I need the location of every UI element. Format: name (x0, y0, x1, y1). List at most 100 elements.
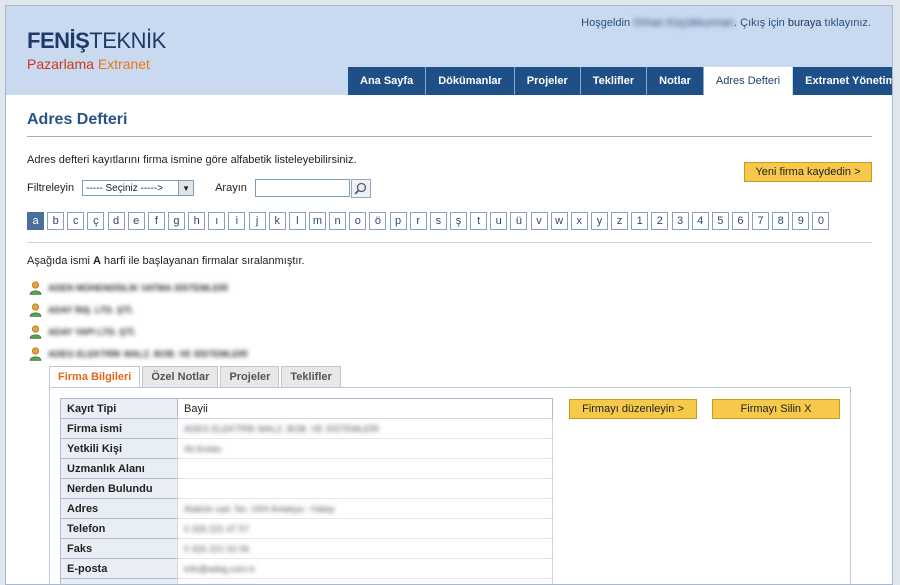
table-row: Firma ismi ADEG ELEKTRİK MALZ. BOB. VE Sİ… (60, 418, 553, 439)
edit-firm-button[interactable]: Firmayı düzenleyin > (569, 399, 697, 419)
search-icon (354, 182, 367, 194)
tab-projeler[interactable]: Projeler (220, 366, 280, 388)
list-item[interactable]: ADAY YAPI LTD. ŞTİ. (29, 321, 248, 343)
letter-filter-button[interactable]: t (470, 212, 488, 230)
table-row: Adres Atatürk cad. No: 19/4 Antakya - Hat… (60, 498, 553, 519)
letter-filter-button[interactable]: k (268, 212, 286, 230)
field-value: Ali Arslan (177, 438, 553, 459)
letter-filter-button[interactable]: ı (208, 212, 226, 230)
alphabet-divider (27, 242, 872, 243)
field-value: info@adeg.com.tr (177, 558, 553, 579)
user-icon (29, 325, 42, 339)
letter-filter-button[interactable]: a (27, 212, 44, 230)
firm-info-table: Kayıt Tipi Bayii Firma ismi ADEG ELEKTRİK M… (60, 398, 553, 584)
letter-filter-button[interactable]: 2 (651, 212, 669, 230)
letter-filter-button[interactable]: z (611, 212, 629, 230)
filter-row: Filtreleyin ----- Seçiniz -----> ▼ Arayı… (27, 178, 371, 198)
letter-filter-button[interactable]: 1 (631, 212, 649, 230)
letter-filter-button[interactable]: 0 (812, 212, 830, 230)
letter-filter-button[interactable]: ö (369, 212, 387, 230)
table-row: Kayıt Tipi Bayii (60, 398, 553, 419)
field-label: E-posta (60, 558, 178, 579)
letter-filter-button[interactable]: 5 (711, 212, 729, 230)
letter-filter-button[interactable]: f (147, 212, 165, 230)
logo[interactable]: FENİŞTEKNİK (27, 28, 166, 54)
nav-tab-extranet-yonetim[interactable]: Extranet Yönetim (793, 67, 892, 95)
table-row: Uzmanlık Alanı (60, 458, 553, 479)
field-value (177, 478, 553, 499)
list-item[interactable]: ADEN MÜHENDİSLİK VATMA SİSTEMLERİ (29, 277, 248, 299)
tab-firma-bilgileri[interactable]: Firma Bilgileri (49, 366, 141, 388)
letter-filter-button[interactable]: i (228, 212, 246, 230)
listing-note: Aşağıda ismi A harfi ile başlayanan firm… (27, 255, 305, 267)
letter-filter-button[interactable]: ş (449, 212, 467, 230)
logo-subtitle-part1: Pazarlama (27, 56, 94, 72)
letter-filter-button[interactable]: ü (510, 212, 528, 230)
search-button[interactable] (350, 178, 371, 198)
welcome-user: Orhan Küçükkurman (633, 17, 735, 29)
letter-filter-button[interactable]: 4 (691, 212, 709, 230)
field-label: Uzmanlık Alanı (60, 458, 178, 479)
letter-filter-button[interactable]: n (329, 212, 347, 230)
chevron-down-icon[interactable]: ▼ (178, 181, 194, 195)
letter-filter-button[interactable]: m (308, 212, 326, 230)
tab-ozel-notlar[interactable]: Özel Notlar (142, 366, 219, 388)
letter-filter-button[interactable]: 3 (671, 212, 689, 230)
letter-filter-button[interactable]: x (570, 212, 588, 230)
nav-tab-dokumanlar[interactable]: Dökümanlar (426, 67, 515, 95)
delete-firm-button[interactable]: Firmayı Silin X (712, 399, 840, 419)
detail-tabs: Firma Bilgileri Özel Notlar Projeler Tek… (49, 366, 343, 388)
logo-subtitle: Pazarlama Extranet (27, 56, 150, 72)
nav-tab-ana-sayfa[interactable]: Ana Sayfa (348, 67, 427, 95)
listing-note-before: Aşağıda ismi (27, 255, 94, 267)
firm-list: ADEN MÜHENDİSLİK VATMA SİSTEMLERİ ADAY İ… (29, 277, 248, 365)
new-firm-button[interactable]: Yeni firma kaydedin > (744, 162, 872, 182)
letter-filter-button[interactable]: 6 (731, 212, 749, 230)
field-value: Bayii (177, 398, 553, 419)
letter-filter-button[interactable]: c (67, 212, 85, 230)
letter-filter-button[interactable]: e (127, 212, 145, 230)
letter-filter-button[interactable]: g (167, 212, 185, 230)
firm-name[interactable]: ADAY İNŞ. LTD. ŞTİ. (48, 305, 133, 315)
search-input[interactable] (254, 179, 350, 197)
letter-filter-button[interactable]: p (389, 212, 407, 230)
letter-filter-button[interactable]: b (47, 212, 65, 230)
letter-filter-button[interactable]: o (349, 212, 367, 230)
nav-tab-projeler[interactable]: Projeler (514, 67, 581, 95)
filter-select[interactable]: ----- Seçiniz -----> ▼ (82, 180, 195, 196)
logout-link[interactable]: buraya (788, 17, 822, 29)
list-item[interactable]: ADAY İNŞ. LTD. ŞTİ. (29, 299, 248, 321)
letter-filter-button[interactable]: u (490, 212, 508, 230)
letter-filter-button[interactable]: r (409, 212, 427, 230)
field-value: www.adeg.com.tr (177, 578, 553, 584)
letter-filter-button[interactable]: l (288, 212, 306, 230)
firm-name[interactable]: ADEN MÜHENDİSLİK VATMA SİSTEMLERİ (48, 283, 228, 293)
logo-rest: TEKNİK (89, 28, 166, 53)
field-value: Atatürk cad. No: 19/4 Antakya - Hatay (177, 498, 553, 519)
firm-name[interactable]: ADEG ELEKTRİK MALZ. BOB. VE SİSTEMLERİ (48, 349, 248, 359)
list-item[interactable]: ADEG ELEKTRİK MALZ. BOB. VE SİSTEMLERİ (29, 343, 248, 365)
letter-filter-button[interactable]: j (248, 212, 266, 230)
letter-filter-button[interactable]: y (590, 212, 608, 230)
nav-tab-notlar[interactable]: Notlar (647, 67, 704, 95)
nav-tab-adres-defteri[interactable]: Adres Defteri (703, 67, 794, 95)
nav-tab-teklifler[interactable]: Teklifler (580, 67, 648, 95)
letter-filter-button[interactable]: w (550, 212, 568, 230)
welcome-text: Hoşgeldin Orhan Küçükkurman. Çıkış için … (581, 17, 871, 29)
user-icon (29, 281, 42, 295)
letter-filter-button[interactable]: d (107, 212, 125, 230)
listing-note-letter: A (93, 255, 101, 267)
table-row: Web sitesiwww.adeg.com.tr (60, 578, 553, 584)
letter-filter-button[interactable]: ç (87, 212, 105, 230)
firm-name[interactable]: ADAY YAPI LTD. ŞTİ. (48, 327, 136, 337)
welcome-prefix: Hoşgeldin (581, 17, 631, 29)
table-row: Yetkili Kişi Ali Arslan (60, 438, 553, 459)
letter-filter-button[interactable]: h (188, 212, 206, 230)
letter-filter-button[interactable]: 9 (792, 212, 810, 230)
letter-filter-button[interactable]: 8 (772, 212, 790, 230)
letter-filter-button[interactable]: s (429, 212, 447, 230)
table-row: Faks 0 326 221 02 06 (60, 538, 553, 559)
letter-filter-button[interactable]: v (530, 212, 548, 230)
letter-filter-button[interactable]: 7 (752, 212, 770, 230)
tab-teklifler[interactable]: Teklifler (281, 366, 341, 388)
